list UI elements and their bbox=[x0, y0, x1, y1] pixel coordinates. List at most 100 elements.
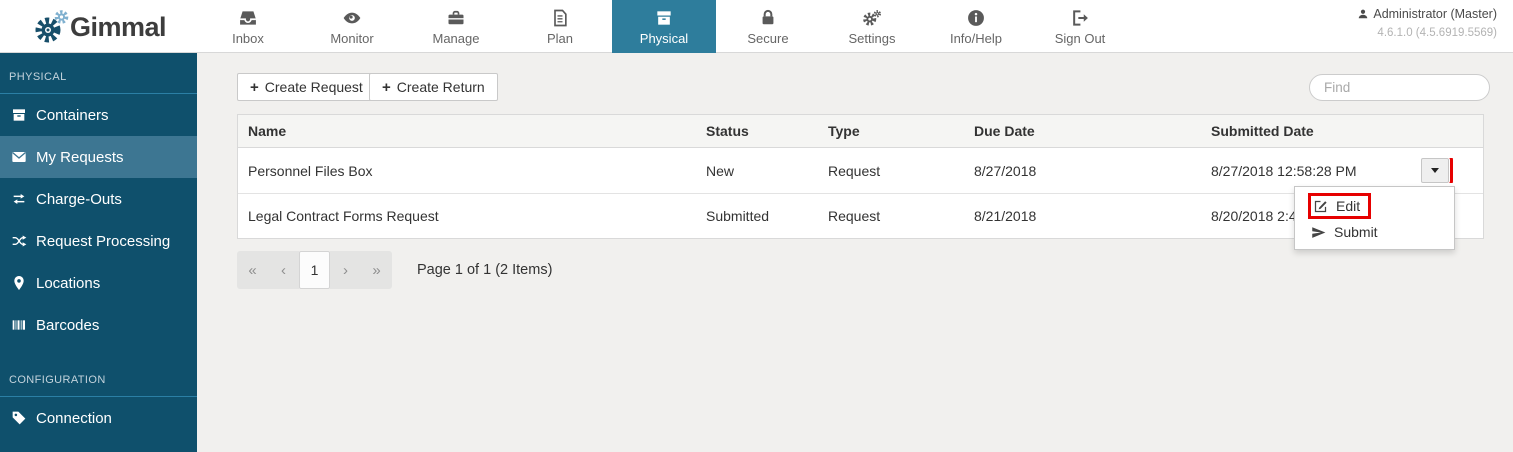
sidebar-item-my-requests[interactable]: My Requests bbox=[0, 136, 197, 178]
create-request-label: Create Request bbox=[265, 79, 363, 95]
previous-page-button[interactable]: ‹ bbox=[268, 251, 299, 289]
nav-tab-secure[interactable]: Secure bbox=[716, 0, 820, 53]
sidebar-item-label: Connection bbox=[36, 410, 112, 427]
archive-box-icon bbox=[11, 107, 27, 123]
column-header-submitted-date[interactable]: Submitted Date bbox=[1201, 123, 1421, 139]
main-content: + Create Request + Create Return Name St… bbox=[197, 53, 1513, 452]
edit-icon bbox=[1313, 199, 1328, 214]
nav-tab-info-help[interactable]: Info/Help bbox=[924, 0, 1028, 53]
cell-status: Submitted bbox=[696, 208, 818, 224]
sidebar: PHYSICAL Containers My Requests Charge-O… bbox=[0, 53, 197, 452]
menu-item-submit[interactable]: Submit bbox=[1295, 220, 1454, 244]
nav-label: Secure bbox=[747, 31, 788, 46]
nav-tab-manage[interactable]: Manage bbox=[404, 0, 508, 53]
sidebar-item-label: Locations bbox=[36, 275, 100, 292]
nav-label: Manage bbox=[433, 31, 480, 46]
caret-down-icon bbox=[1431, 168, 1439, 173]
gimmal-logo[interactable]: Gimmal bbox=[34, 6, 166, 48]
cell-type: Request bbox=[818, 208, 964, 224]
sidebar-spacer bbox=[0, 346, 197, 368]
nav-tab-monitor[interactable]: Monitor bbox=[300, 0, 404, 53]
plus-icon: + bbox=[250, 79, 259, 96]
column-header-status[interactable]: Status bbox=[696, 123, 818, 139]
cell-name: Personnel Files Box bbox=[238, 163, 696, 179]
edit-annotation-box: Edit bbox=[1311, 196, 1368, 216]
next-page-button[interactable]: › bbox=[330, 251, 361, 289]
map-pin-icon bbox=[11, 275, 27, 291]
top-bar: Gimmal Inbox Monitor Manage Plan Physica… bbox=[0, 0, 1513, 53]
envelope-icon bbox=[11, 149, 27, 165]
nav-tab-plan[interactable]: Plan bbox=[508, 0, 612, 53]
cell-name: Legal Contract Forms Request bbox=[238, 208, 696, 224]
gears-icon bbox=[862, 8, 882, 28]
nav-tab-settings[interactable]: Settings bbox=[820, 0, 924, 53]
row-actions-dropdown-button[interactable] bbox=[1421, 158, 1449, 183]
sidebar-item-label: Barcodes bbox=[36, 317, 99, 334]
column-header-type[interactable]: Type bbox=[818, 123, 964, 139]
user-name: Administrator (Master) bbox=[1373, 7, 1497, 21]
nav-tab-physical[interactable]: Physical bbox=[612, 0, 716, 53]
cell-due-date: 8/27/2018 bbox=[964, 163, 1201, 179]
menu-item-label: Edit bbox=[1336, 198, 1360, 214]
plus-icon: + bbox=[382, 79, 391, 96]
nav-label: Monitor bbox=[330, 31, 373, 46]
swap-arrows-icon bbox=[11, 191, 27, 207]
nav-label: Info/Help bbox=[950, 31, 1002, 46]
shuffle-icon bbox=[11, 233, 27, 249]
nav-label: Physical bbox=[640, 31, 688, 46]
cell-type: Request bbox=[818, 163, 964, 179]
app-version: 4.6.1.0 (4.5.6919.5569) bbox=[1357, 27, 1497, 39]
top-nav: Inbox Monitor Manage Plan Physical Secur… bbox=[196, 0, 1132, 53]
sidebar-item-label: My Requests bbox=[36, 149, 124, 166]
sign-out-icon bbox=[1070, 8, 1090, 28]
column-header-due-date[interactable]: Due Date bbox=[964, 123, 1201, 139]
sidebar-item-request-processing[interactable]: Request Processing bbox=[0, 220, 197, 262]
row-actions-menu: Edit Submit bbox=[1294, 186, 1455, 250]
sidebar-item-connection[interactable]: Connection bbox=[0, 397, 197, 439]
nav-label: Plan bbox=[547, 31, 573, 46]
nav-tab-sign-out[interactable]: Sign Out bbox=[1028, 0, 1132, 53]
current-page-button[interactable]: 1 bbox=[299, 251, 330, 289]
gimmal-gears-icon bbox=[34, 8, 74, 46]
sidebar-item-label: Containers bbox=[36, 107, 109, 124]
briefcase-icon bbox=[446, 8, 466, 28]
brand-name: Gimmal bbox=[70, 12, 166, 43]
paper-plane-icon bbox=[1311, 225, 1326, 240]
document-icon bbox=[550, 8, 570, 28]
first-page-button[interactable]: « bbox=[237, 251, 268, 289]
sidebar-item-barcodes[interactable]: Barcodes bbox=[0, 304, 197, 346]
archive-box-icon bbox=[654, 8, 674, 28]
nav-label: Sign Out bbox=[1055, 31, 1106, 46]
create-return-label: Create Return bbox=[397, 79, 485, 95]
nav-label: Settings bbox=[849, 31, 896, 46]
nav-label: Inbox bbox=[232, 31, 264, 46]
person-icon bbox=[1357, 8, 1369, 20]
page-info: Page 1 of 1 (2 Items) bbox=[417, 262, 552, 278]
current-user[interactable]: Administrator (Master) bbox=[1357, 7, 1497, 21]
table-header-row: Name Status Type Due Date Submitted Date bbox=[238, 115, 1483, 148]
sidebar-item-label: Request Processing bbox=[36, 233, 170, 250]
cell-status: New bbox=[696, 163, 818, 179]
pager-buttons: « ‹ 1 › » bbox=[237, 251, 392, 289]
info-icon bbox=[966, 8, 986, 28]
column-header-name[interactable]: Name bbox=[238, 123, 696, 139]
sidebar-item-containers[interactable]: Containers bbox=[0, 94, 197, 136]
find-input[interactable] bbox=[1309, 74, 1490, 101]
menu-item-label: Submit bbox=[1334, 224, 1378, 240]
cell-actions bbox=[1421, 158, 1485, 183]
pagination: « ‹ 1 › » Page 1 of 1 (2 Items) bbox=[237, 251, 552, 289]
lock-icon bbox=[758, 8, 778, 28]
create-request-button[interactable]: + Create Request bbox=[237, 73, 376, 101]
sidebar-section-physical: PHYSICAL bbox=[0, 53, 197, 94]
cell-due-date: 8/21/2018 bbox=[964, 208, 1201, 224]
cell-submitted-date: 8/27/2018 12:58:28 PM bbox=[1201, 163, 1421, 179]
create-return-button[interactable]: + Create Return bbox=[369, 73, 498, 101]
sidebar-item-charge-outs[interactable]: Charge-Outs bbox=[0, 178, 197, 220]
nav-tab-inbox[interactable]: Inbox bbox=[196, 0, 300, 53]
menu-item-edit[interactable]: Edit bbox=[1295, 192, 1454, 220]
eye-icon bbox=[342, 8, 362, 28]
last-page-button[interactable]: » bbox=[361, 251, 392, 289]
sidebar-item-locations[interactable]: Locations bbox=[0, 262, 197, 304]
sidebar-item-label: Charge-Outs bbox=[36, 191, 122, 208]
tag-icon bbox=[11, 410, 27, 426]
